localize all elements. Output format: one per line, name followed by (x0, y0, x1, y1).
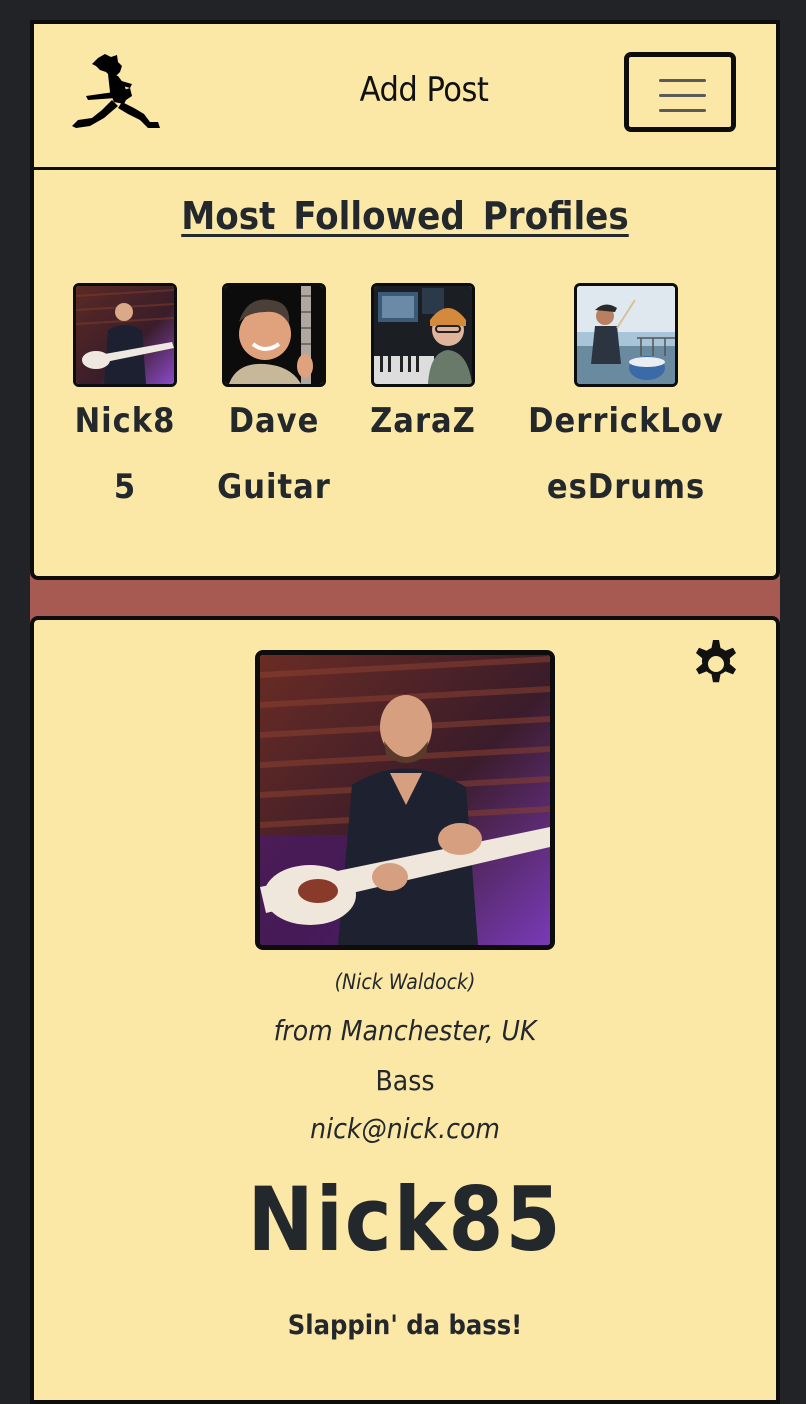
popular-profile-name[interactable]: DerrickLovesDrums (518, 388, 734, 520)
popular-profile-name[interactable]: DaveGuitar (216, 388, 332, 520)
popular-profile-card[interactable]: Nick85 (70, 283, 180, 520)
drummer-avatar[interactable] (574, 283, 678, 387)
profile-card: (Nick Waldock) from Manchester, UK Bass … (30, 616, 780, 1404)
navbar: Add Post (30, 20, 780, 171)
app-frame: Add Post Most Followed Profiles Nick85 D… (30, 20, 780, 1404)
producer-avatar[interactable] (371, 283, 475, 387)
popular-profile-card[interactable]: DaveGuitar (216, 283, 332, 520)
gear-icon[interactable] (684, 634, 748, 698)
jumping-guitarist-logo-icon[interactable] (70, 54, 162, 134)
guitarist-avatar[interactable] (222, 283, 326, 387)
popular-profile-name[interactable]: Nick85 (70, 388, 180, 520)
popular-profile-card[interactable]: ZaraZ (364, 283, 482, 454)
profile-email-link[interactable]: nick@nick.com (34, 1112, 776, 1145)
most-followed-section: Most Followed Profiles Nick85 DaveGuitar… (30, 167, 780, 580)
menu-toggle-button[interactable] (624, 52, 736, 132)
profile-location: from Manchester, UK (273, 1014, 537, 1047)
popular-profile-name[interactable]: ZaraZ (364, 388, 482, 454)
profile-username: Nick85 (247, 1168, 563, 1271)
profile-instrument: Bass (375, 1064, 435, 1097)
profile-real-name: (Nick Waldock) (334, 970, 476, 994)
popular-profile-card[interactable]: DerrickLovesDrums (518, 283, 734, 520)
most-followed-title: Most Followed Profiles (181, 194, 629, 238)
profile-bio: Slappin' da bass! (287, 1310, 523, 1341)
bass-player-avatar[interactable] (73, 283, 177, 387)
profile-photo (255, 650, 555, 950)
add-post-link[interactable]: Add Post (334, 70, 514, 110)
